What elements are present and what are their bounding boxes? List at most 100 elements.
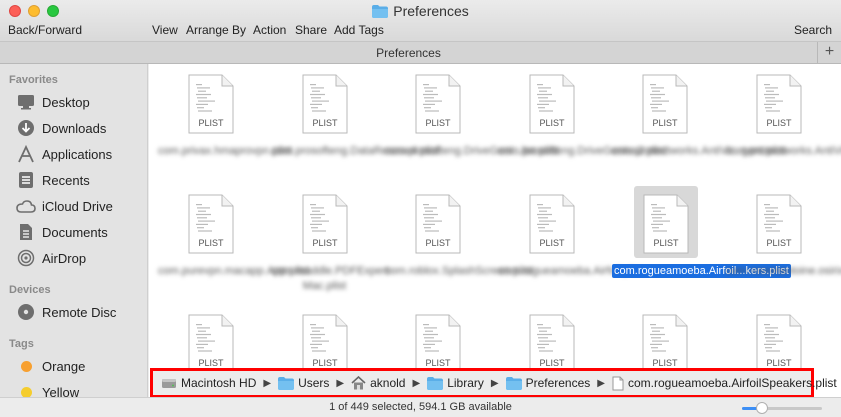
path-item-library[interactable]: Library: [427, 376, 484, 390]
file-item[interactable]: PLIST com.purevpn.macapp.App.plist: [154, 184, 310, 304]
path-item-selected-file[interactable]: com.rogueamoeba.AirfoilSpeakers.plist: [612, 376, 837, 391]
sidebar-header-devices: Devices: [9, 284, 51, 296]
window-title: Preferences: [393, 3, 469, 19]
toolbar: Preferences Back/Forward View Arrange By…: [0, 0, 841, 42]
plist-file-icon: PLIST: [300, 74, 350, 134]
file-name: com.rogueamoeba.Airfoil.plist: [498, 265, 644, 277]
sidebar-item-label: iCloud Drive: [42, 198, 113, 214]
plist-file-icon: PLIST: [754, 314, 804, 374]
sidebar-header-favorites: Favorites: [9, 74, 58, 86]
new-tab-button[interactable]: +: [817, 42, 841, 64]
file-item[interactable]: PLIST com.privax.hmaprovpn.plist: [154, 64, 292, 184]
file-item[interactable]: PLIST com.prosofteng.DataRescue4.plist: [268, 64, 440, 184]
desktop-icon: [16, 92, 36, 112]
chevron-right-icon: ▶: [412, 377, 421, 389]
sidebar-item-label: Downloads: [42, 120, 107, 136]
file-item-selected[interactable]: PLIST com.rogueamoeba.Airfoil...kers.plis…: [608, 184, 791, 304]
plist-file-icon: PLIST: [413, 194, 463, 254]
file-name: com.privax.hmaprovpn.plist: [158, 145, 292, 157]
file-name: com.prosofteng.DriveGeni...lse.plist: [385, 145, 559, 157]
path-item-label: Macintosh HD: [181, 376, 257, 390]
file-name: com.protectworks.AntiVir...gent.plist: [612, 145, 787, 157]
svg-text:PLIST: PLIST: [425, 238, 451, 248]
svg-text:PLIST: PLIST: [652, 118, 678, 128]
file-grid: PLIST com.privax.hmaprovpn.plist PLIST com.…: [149, 64, 841, 397]
view-button[interactable]: View: [152, 23, 178, 37]
hard-drive-icon: [161, 376, 177, 390]
chevron-right-icon: ▶: [336, 377, 345, 389]
back-forward-button[interactable]: Back/Forward: [8, 23, 82, 37]
plist-file-icon: PLIST: [186, 314, 236, 374]
sidebar-item-tag-orange[interactable]: Orange: [16, 355, 146, 377]
sidebar-header-tags: Tags: [9, 338, 34, 350]
tag-color-icon: [16, 382, 36, 397]
file-item[interactable]: PLIST com.roblox.SplashScreen.plist: [381, 184, 533, 304]
file-item[interactable]: PLIST com.prosofteng.DriveGeni...lse.plis…: [381, 64, 559, 184]
svg-text:PLIST: PLIST: [425, 358, 451, 368]
folder-icon: [372, 5, 389, 21]
search-button[interactable]: Search: [794, 23, 832, 37]
status-bar: 1 of 449 selected, 594.1 GB available: [0, 397, 841, 417]
svg-text:PLIST: PLIST: [312, 358, 338, 368]
add-tags-button[interactable]: Add Tags: [334, 23, 384, 37]
svg-text:PLIST: PLIST: [425, 118, 451, 128]
chevron-right-icon: ▶: [597, 377, 605, 389]
file-item[interactable]: PLIST com.protectworks.AntiVirus.plist: [722, 64, 841, 184]
svg-text:PLIST: PLIST: [766, 118, 792, 128]
svg-text:PLIST: PLIST: [766, 358, 792, 368]
file-name: com.purevpn.macapp.App.plist: [158, 265, 310, 277]
svg-text:PLIST: PLIST: [198, 238, 224, 248]
sidebar-item-icloud-drive[interactable]: iCloud Drive: [16, 195, 146, 217]
file-item[interactable]: PLIST com.readdle.PDFExpert-Mac.plist: [268, 184, 393, 304]
svg-text:PLIST: PLIST: [312, 118, 338, 128]
plist-file-icon: PLIST: [300, 194, 350, 254]
plist-file-icon: PLIST: [527, 74, 577, 134]
file-name: com.roblox.SplashScreen.plist: [385, 265, 533, 277]
sidebar-item-documents[interactable]: Documents: [16, 221, 146, 243]
disc-icon: [16, 302, 36, 322]
tag-dot-yellow: [20, 386, 32, 397]
tab-bar: Preferences +: [0, 42, 841, 64]
path-item-users[interactable]: Users: [278, 376, 329, 390]
sidebar-item-desktop[interactable]: Desktop: [16, 91, 146, 113]
sidebar-item-airdrop[interactable]: AirDrop: [16, 247, 146, 269]
file-item[interactable]: PLIST com.protectworks.AntiVir...gent.pli…: [608, 64, 787, 184]
share-button[interactable]: Share: [295, 23, 327, 37]
arrange-by-button[interactable]: Arrange By: [186, 23, 246, 37]
file-name: com.prosofteng.DriveGenius2.plist: [498, 145, 667, 157]
sidebar-item-downloads[interactable]: Downloads: [16, 117, 146, 139]
svg-text:PLIST: PLIST: [539, 118, 565, 128]
sidebar-item-tag-yellow[interactable]: Yellow: [16, 381, 146, 397]
svg-text:PLIST: PLIST: [539, 358, 565, 368]
plist-file-icon: PLIST: [527, 314, 577, 374]
plist-file-icon: PLIST: [186, 74, 236, 134]
folder-icon: [505, 376, 522, 390]
airdrop-icon: [16, 248, 36, 268]
file-item[interactable]: PLIST com.rogueamoeba.Airfoil.plist: [495, 184, 644, 304]
plist-file-icon: PLIST: [186, 194, 236, 254]
file-name: com.prosofteng.DataRescue4.plist: [271, 145, 440, 157]
action-button[interactable]: Action: [253, 23, 286, 37]
file-name: com.readdle.PDFExpert-Mac.plist: [271, 265, 393, 292]
tab-preferences[interactable]: Preferences: [0, 46, 817, 60]
sidebar-item-applications[interactable]: Applications: [16, 143, 146, 165]
sidebar-item-label: Desktop: [42, 94, 90, 110]
svg-text:PLIST: PLIST: [198, 358, 224, 368]
path-item-macintosh-hd[interactable]: Macintosh HD: [161, 376, 256, 390]
sidebar-item-label: Applications: [42, 146, 113, 162]
recents-icon: [16, 170, 36, 190]
plist-file-icon: PLIST: [640, 74, 690, 134]
home-icon: [351, 376, 366, 390]
path-item-preferences[interactable]: Preferences: [505, 376, 590, 390]
svg-text:PLIST: PLIST: [539, 238, 565, 248]
file-name: com.protectworks.AntiVirus.plist: [725, 145, 841, 157]
sidebar-item-label: Remote Disc: [42, 304, 117, 320]
sidebar-item-label: Documents: [42, 224, 108, 240]
path-item-label: Library: [447, 376, 484, 390]
file-item[interactable]: PLIST com.prosofteng.DriveGenius2.plist: [495, 64, 667, 184]
path-item-aknold[interactable]: aknold: [351, 376, 405, 390]
sidebar-item-recents[interactable]: Recents: [16, 169, 146, 191]
icon-size-slider-thumb[interactable]: [756, 402, 768, 414]
file-item[interactable]: PLIST com.rossetantoine.osirix.plist: [722, 184, 841, 304]
sidebar-item-remote-disc[interactable]: Remote Disc: [16, 301, 146, 323]
